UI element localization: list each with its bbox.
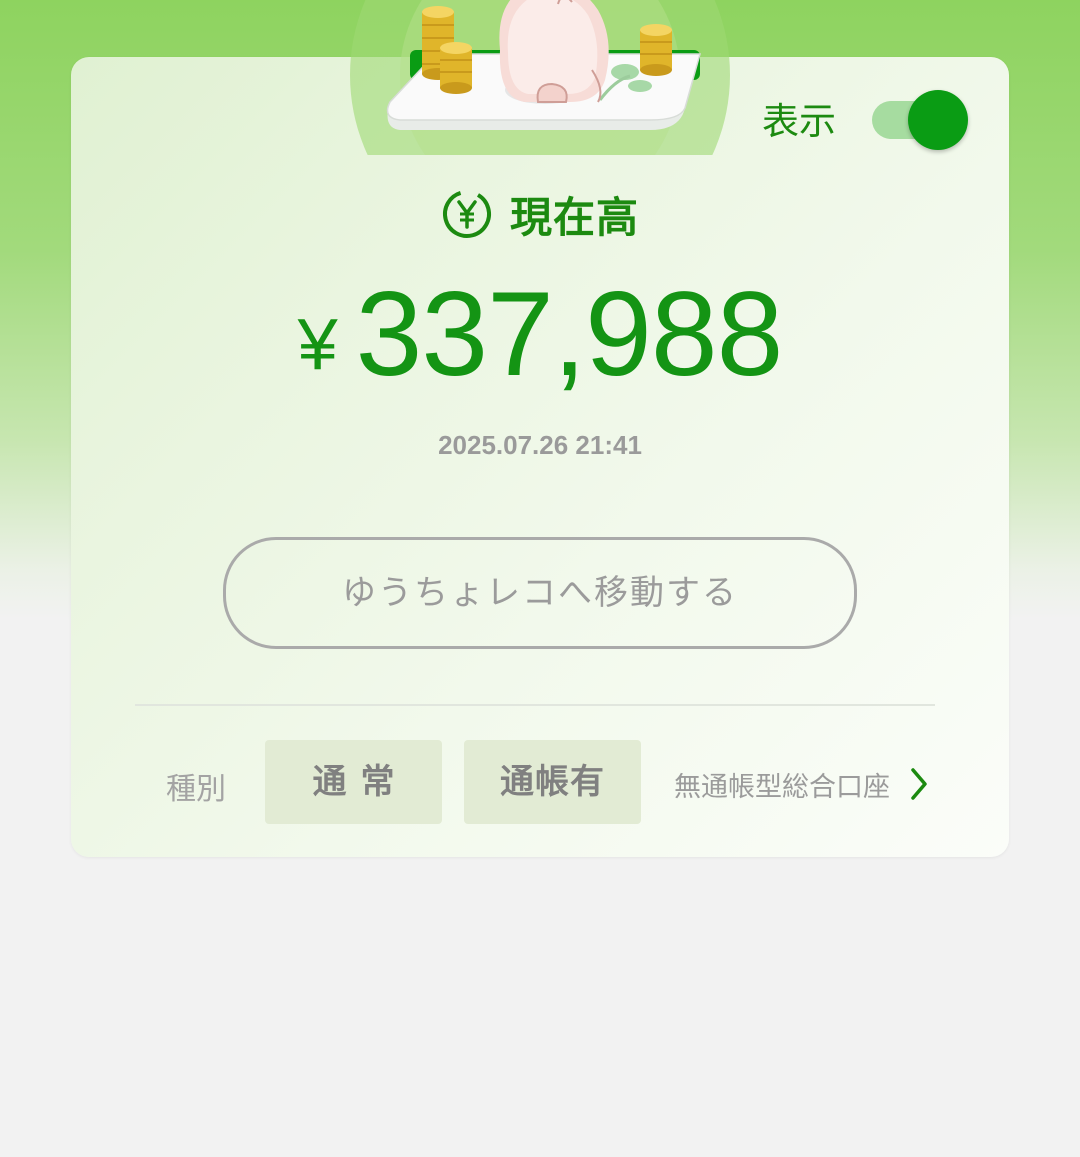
- yen-circle-icon: [443, 190, 491, 238]
- balance-timestamp: 2025.07.26 21:41: [438, 430, 642, 460]
- account-type-chip-regular: 通常: [265, 740, 442, 824]
- balance-amount: ¥337,988: [0, 265, 1080, 403]
- account-type-link[interactable]: 無通帳型総合口座: [674, 764, 930, 804]
- display-toggle-label: 表示: [762, 100, 836, 143]
- divider: [135, 704, 935, 706]
- move-to-yucho-reco-button[interactable]: ゆうちょレコへ移動する: [223, 537, 857, 649]
- account-type-link-label: 無通帳型総合口座: [674, 771, 890, 803]
- cat-coins-illustration: [350, 0, 730, 155]
- balance-heading: 現在高: [440, 184, 639, 244]
- account-type-chip-passbook: 通帳有: [464, 740, 641, 824]
- chevron-right-icon: [911, 768, 927, 800]
- account-type-label: 種別: [166, 772, 226, 807]
- currency-symbol: ¥: [297, 305, 338, 385]
- toggle-thumb: [908, 90, 968, 150]
- balance-title: 現在高: [510, 192, 640, 242]
- balance-value: 337,988: [355, 267, 784, 401]
- display-toggle[interactable]: [872, 90, 968, 150]
